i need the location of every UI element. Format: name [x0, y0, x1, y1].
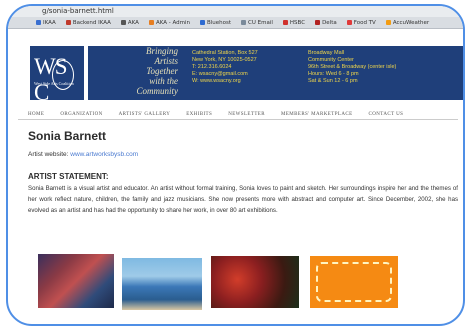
site-tagline: Bringing Artists Together with the Commu… — [88, 46, 184, 100]
bookmark-icon — [36, 20, 41, 25]
artwork-thumbnail-musicians[interactable] — [211, 256, 299, 308]
bookmark-cu-email[interactable]: CU Email — [241, 20, 273, 26]
bookmark-delta[interactable]: Delta — [315, 20, 337, 26]
bookmark-icon — [65, 20, 71, 25]
bookmark-food-tv[interactable]: Food TV — [346, 20, 376, 26]
bookmark-icon — [148, 20, 154, 25]
nav-organization[interactable]: ORGANIZATION — [60, 112, 102, 117]
bookmarks-bar: IKAA Backend IKAA AKA AKA - Admin Blueho… — [8, 17, 463, 29]
logo-text: WS C — [34, 54, 68, 105]
bookmark-aka-admin[interactable]: AKA - Admin — [148, 20, 190, 26]
nav-artists-gallery[interactable]: ARTISTS' GALLERY — [119, 112, 171, 117]
bookmark-backend-ikaa[interactable]: Backend IKAA — [65, 20, 111, 26]
contact-location: Broadway Mall Community Center 96th Stre… — [300, 46, 463, 100]
url-text: g/sonia-barnett.html — [42, 7, 114, 15]
main-nav: HOME ORGANIZATION ARTISTS' GALLERY EXHIB… — [18, 110, 458, 120]
bookmark-icon — [199, 20, 205, 25]
browser-frame: g/sonia-barnett.html IKAA Backend IKAA A… — [6, 4, 465, 326]
artwork-thumbnail-abstract[interactable] — [310, 256, 398, 308]
nav-newsletter[interactable]: NEWSLETTER — [228, 112, 265, 117]
bookmark-icon — [241, 20, 247, 25]
bookmark-icon — [385, 20, 391, 25]
nav-members-marketplace[interactable]: MEMBERS' MARKETPLACE — [281, 112, 353, 117]
artist-website-link[interactable]: www.artworksbysb.com — [70, 151, 138, 158]
artist-statement: Sonia Barnett is a visual artist and edu… — [28, 185, 458, 214]
bookmark-icon — [282, 20, 288, 25]
statement-heading: ARTIST STATEMENT: — [28, 172, 109, 181]
bookmark-icon — [346, 20, 352, 25]
address-bar[interactable]: g/sonia-barnett.html — [8, 6, 463, 17]
logo-subtitle: West Side Arts Coalition — [34, 81, 74, 86]
site-logo[interactable]: WS C West Side Arts Coalition — [30, 46, 84, 105]
bookmark-icon — [120, 20, 126, 25]
site-header: WS C West Side Arts Coalition Bringing A… — [8, 30, 463, 110]
bookmark-accuweather[interactable]: AccuWeather — [385, 20, 429, 26]
bookmark-aka[interactable]: AKA — [120, 20, 139, 26]
website-label: Artist website: — [28, 151, 69, 158]
artwork-pattern — [316, 262, 392, 302]
artwork-thumbnail-jazz[interactable] — [38, 254, 114, 308]
bookmark-ikaa[interactable]: IKAA — [36, 20, 56, 26]
nav-home[interactable]: HOME — [28, 112, 44, 117]
artist-name: Sonia Barnett — [28, 129, 107, 143]
contact-address: Cathedral Station, Box 527 New York, NY … — [184, 46, 300, 100]
bookmark-bluehost[interactable]: Bluehost — [199, 20, 231, 26]
artwork-thumbnail-seascape[interactable] — [122, 258, 202, 310]
bookmark-hsbc[interactable]: HSBC — [282, 20, 305, 26]
artist-website-row: Artist website: www.artworksbysb.com — [28, 151, 138, 158]
nav-contact-us[interactable]: CONTACT US — [369, 112, 404, 117]
nav-exhibits[interactable]: EXHIBITS — [186, 112, 212, 117]
bookmark-icon — [315, 20, 321, 25]
